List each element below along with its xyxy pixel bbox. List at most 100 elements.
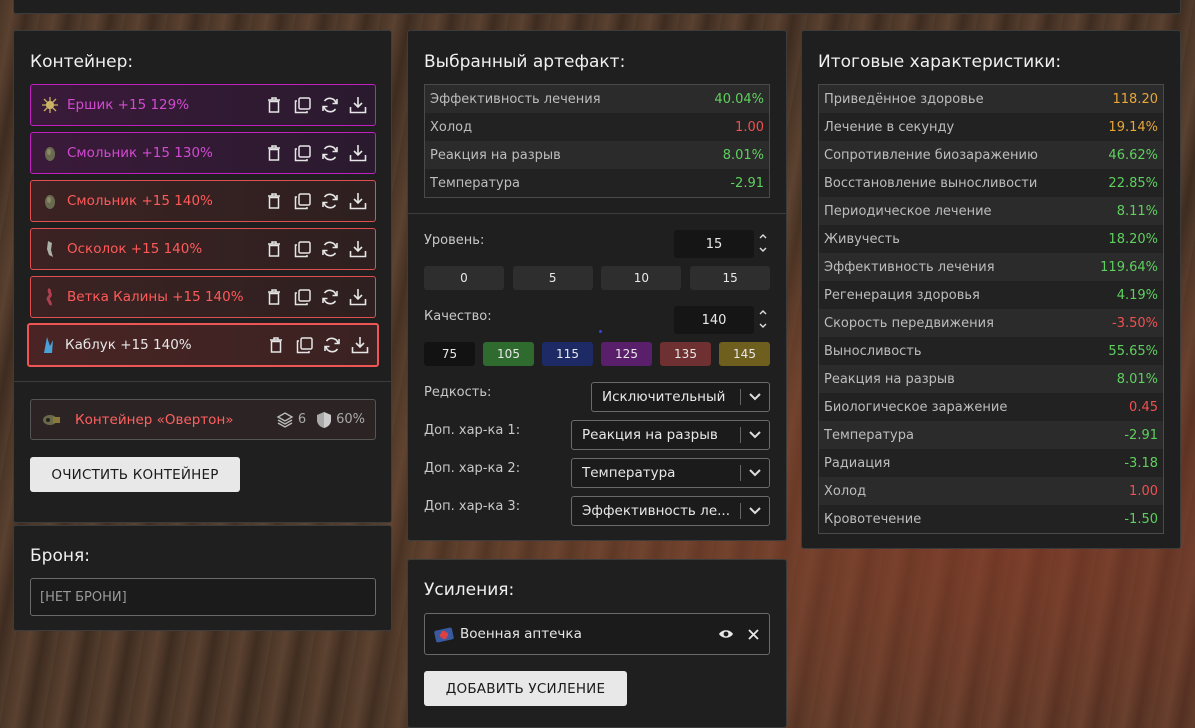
copy-icon[interactable] xyxy=(293,240,311,258)
stat-row: Холод 1.00 xyxy=(425,113,769,141)
trash-icon[interactable] xyxy=(265,288,283,306)
stat-value: -3.50% xyxy=(1112,315,1158,331)
swap-icon[interactable] xyxy=(321,192,339,210)
armor-title: Броня: xyxy=(30,546,90,566)
copy-icon[interactable] xyxy=(293,192,311,210)
download-icon[interactable] xyxy=(349,288,367,306)
container-divider xyxy=(14,381,391,382)
trash-icon[interactable] xyxy=(265,240,283,258)
selected-divider xyxy=(408,213,786,214)
vetka-kaliny-artifact-icon xyxy=(41,287,59,306)
totals-panel: Итоговые характеристики: Приведённое здо… xyxy=(801,30,1181,549)
quality-preset-button[interactable]: 105 xyxy=(483,342,534,366)
armor-select[interactable]: [НЕТ БРОНИ] xyxy=(30,578,376,616)
container-icon xyxy=(41,411,60,429)
extra3-select[interactable]: Эффективность ле... xyxy=(571,496,770,526)
artifact-row[interactable]: Осколок +15 140% xyxy=(30,228,376,270)
selected-artifact-title: Выбранный артефакт: xyxy=(424,52,626,72)
stat-value: -3.18 xyxy=(1124,455,1158,471)
container-protection: 60% xyxy=(316,411,365,429)
copy-icon[interactable] xyxy=(293,288,311,306)
artifact-row[interactable]: Ветка Калины +15 140% xyxy=(30,276,376,318)
totals-title: Итоговые характеристики: xyxy=(818,52,1062,72)
level-spinner[interactable] xyxy=(757,231,769,255)
stat-label: Температура xyxy=(430,175,520,191)
top-bar xyxy=(13,0,1181,14)
swap-icon[interactable] xyxy=(321,288,339,306)
trash-icon[interactable] xyxy=(265,144,283,162)
level-input[interactable]: 15 xyxy=(674,230,754,258)
totals-stats: Приведённое здоровье 118.20 Лечение в секу… xyxy=(818,84,1164,534)
swap-icon[interactable] xyxy=(321,96,339,114)
stat-value: 40.04% xyxy=(714,91,764,107)
stat-label: Холод xyxy=(824,483,867,499)
quality-preset-button[interactable]: 145 xyxy=(719,342,770,366)
stat-label: Выносливость xyxy=(824,343,922,359)
stat-value: 46.62% xyxy=(1108,147,1158,163)
rarity-value: Исключительный xyxy=(602,389,726,405)
level-preset-button[interactable]: 10 xyxy=(601,266,682,290)
rarity-select[interactable]: Исключительный xyxy=(591,382,770,412)
stat-value: -1.50 xyxy=(1124,511,1158,527)
container-item[interactable]: Контейнер «Овертон» 6 60% xyxy=(30,399,376,440)
stat-label: Скорость передвижения xyxy=(824,315,994,331)
add-boost-button[interactable]: ДОБАВИТЬ УСИЛЕНИЕ xyxy=(424,671,627,706)
quality-preset-button[interactable]: 75 xyxy=(424,342,475,366)
eye-icon[interactable] xyxy=(718,628,734,640)
chevron-down-icon xyxy=(741,393,769,401)
level-preset-button[interactable]: 5 xyxy=(512,266,593,290)
extra2-select[interactable]: Температура xyxy=(571,458,770,488)
swap-icon[interactable] xyxy=(321,240,339,258)
copy-icon[interactable] xyxy=(293,144,311,162)
stat-row: Реакция на разрыв 8.01% xyxy=(819,365,1163,393)
download-icon[interactable] xyxy=(349,240,367,258)
clear-container-button[interactable]: ОЧИСТИТЬ КОНТЕЙНЕР xyxy=(30,457,240,492)
kabluk-artifact-icon xyxy=(39,336,57,354)
quality-input[interactable]: 140 xyxy=(674,306,754,334)
download-icon[interactable] xyxy=(349,192,367,210)
artifact-actions xyxy=(265,240,367,258)
stat-value: 4.19% xyxy=(1116,287,1158,303)
copy-icon[interactable] xyxy=(293,96,311,114)
artifact-name: Ветка Калины +15 140% xyxy=(67,289,244,305)
level-preset-button[interactable]: 15 xyxy=(690,266,771,290)
copy-icon[interactable] xyxy=(295,336,313,354)
boost-item[interactable]: Военная аптечка xyxy=(424,613,770,655)
trash-icon[interactable] xyxy=(265,96,283,114)
artifact-row[interactable]: Смольник +15 130% xyxy=(30,132,376,174)
quality-preset-button[interactable]: 135 xyxy=(660,342,711,366)
download-icon[interactable] xyxy=(349,144,367,162)
stat-label: Реакция на разрыв xyxy=(824,371,955,387)
close-icon[interactable] xyxy=(748,628,759,640)
download-icon[interactable] xyxy=(351,336,369,354)
quality-preset-button[interactable]: 115 xyxy=(542,342,593,366)
stat-value: 119.64% xyxy=(1100,259,1158,275)
stat-row: Сопротивление биозаражению 46.62% xyxy=(819,141,1163,169)
stat-value: 8.01% xyxy=(1116,371,1158,387)
stat-row: Живучесть 18.20% xyxy=(819,225,1163,253)
swap-icon[interactable] xyxy=(323,336,341,354)
artifact-row[interactable]: Ершик +15 129% xyxy=(30,84,376,126)
stat-value: 8.01% xyxy=(722,147,764,163)
extra1-select[interactable]: Реакция на разрыв xyxy=(571,420,770,450)
artifact-row[interactable]: Каблук +15 140% xyxy=(27,323,379,367)
quality-spinner[interactable] xyxy=(757,307,769,331)
stat-label: Холод xyxy=(430,119,473,135)
trash-icon[interactable] xyxy=(267,336,285,354)
stat-label: Приведённое здоровье xyxy=(824,91,984,107)
level-preset-button[interactable]: 0 xyxy=(424,266,504,290)
trash-icon[interactable] xyxy=(265,192,283,210)
boosts-title: Усиления: xyxy=(424,580,515,600)
quality-preset-button[interactable]: 125 xyxy=(601,342,652,366)
quality-label: Качество: xyxy=(424,309,492,324)
stat-label: Эффективность лечения xyxy=(824,259,995,275)
smolnik-artifact-icon xyxy=(41,144,59,162)
stat-row: Эффективность лечения 40.04% xyxy=(425,85,769,113)
rarity-label: Редкость: xyxy=(424,385,492,400)
stat-label: Температура xyxy=(824,427,914,443)
download-icon[interactable] xyxy=(349,96,367,114)
artifact-row[interactable]: Смольник +15 140% xyxy=(30,180,376,222)
stat-row: Выносливость 55.65% xyxy=(819,337,1163,365)
stat-row: Биологическое заражение 0.45 xyxy=(819,393,1163,421)
swap-icon[interactable] xyxy=(321,144,339,162)
